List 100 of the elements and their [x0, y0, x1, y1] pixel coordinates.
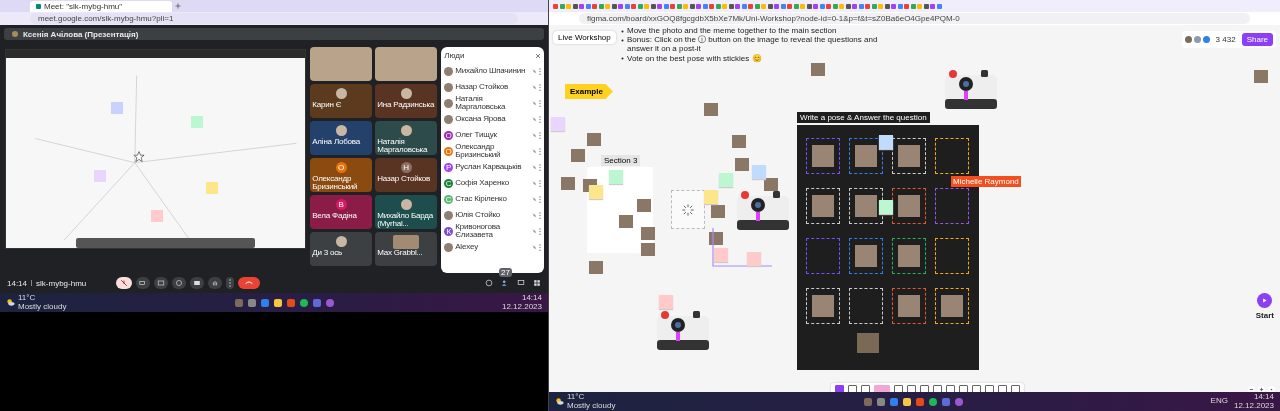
camera-button[interactable]	[136, 277, 151, 289]
cursor-label: Michelle Raymond	[951, 176, 1021, 187]
photo-placeholder	[941, 295, 963, 317]
address-field[interactable]: figma.com/board/xxGOQ8fgcgdbX5bXe7Mk/Uni-Workshop?node-id=0-1&p=f&t=sZ0Ba6eO4Gpe4PQM-0	[579, 13, 1250, 24]
captions-icon	[157, 279, 166, 287]
avatar: С	[444, 194, 454, 204]
photo-placeholder	[637, 199, 651, 212]
mic-off-button[interactable]	[116, 277, 133, 289]
language-indicator[interactable]: ENG	[1210, 397, 1228, 406]
new-tab-icon[interactable]	[175, 3, 181, 9]
end-call-button[interactable]	[238, 277, 261, 289]
participant-row[interactable]: Назар Стойков	[444, 79, 541, 95]
photo-placeholder	[898, 245, 920, 267]
participant-row[interactable]: О Олег Тищук	[444, 127, 541, 143]
photo-placeholder	[898, 145, 920, 167]
muted-mic-icon	[120, 279, 129, 287]
video-tile	[375, 47, 438, 81]
tab-title: Meet: "slk-mybg-hmu"	[44, 1, 123, 11]
photo-placeholder	[704, 103, 718, 116]
clock-date: 12.12.2023	[501, 302, 542, 312]
play-icon	[1261, 297, 1269, 304]
address-field[interactable]: meet.google.com/slk-mybg-hmu?pli=1	[30, 13, 518, 24]
muted-mic-icon	[532, 164, 537, 170]
participant-row[interactable]: С Софія Харенко	[444, 175, 541, 191]
photo-placeholder	[857, 333, 879, 353]
participant-count: 27	[499, 268, 512, 277]
captions-button[interactable]	[154, 277, 169, 289]
photo-placeholder	[898, 295, 920, 317]
photo-placeholder	[571, 149, 585, 162]
close-icon[interactable]	[535, 52, 541, 59]
instruction-text: Vote on the best pose with stickies 😊	[627, 53, 762, 63]
avatar: С	[444, 178, 454, 188]
participant-name: Ина Радзинська	[377, 101, 436, 109]
photo-placeholder	[764, 178, 778, 191]
avatar-photo	[400, 199, 412, 210]
participant-name: Наталія Маргаловська	[377, 138, 429, 154]
zoom-level[interactable]: 3 432	[1215, 35, 1236, 44]
hand-icon	[211, 279, 220, 287]
camera-drawing	[944, 67, 998, 111]
avatar-photo	[335, 236, 347, 247]
photo-placeholder	[561, 177, 575, 190]
meeting-time: 14:14	[7, 278, 28, 288]
participant-name: Вела Фадіна	[312, 212, 358, 220]
photo-placeholder	[732, 135, 746, 148]
participant-row[interactable]: Наталія Маргаловська	[444, 95, 541, 111]
participant-row[interactable]: Оксана Ярова	[444, 111, 541, 127]
participant-row[interactable]: Р Руслан Карвацьків	[444, 159, 541, 175]
photo-placeholder	[589, 261, 603, 274]
photo-placeholder	[619, 215, 633, 228]
emoji-icon	[175, 279, 184, 287]
raise-hand-button[interactable]	[208, 277, 223, 289]
participant-row[interactable]: Alexey	[444, 239, 541, 255]
participant-row[interactable]: Юлія Стойко	[444, 207, 541, 223]
emoji-button[interactable]	[172, 277, 187, 289]
photo-placeholder	[812, 295, 834, 317]
photo-placeholder	[735, 158, 749, 171]
clock-time: 14:14	[1253, 392, 1274, 402]
chat-icon[interactable]	[517, 279, 525, 287]
panel-title: Люди	[444, 51, 465, 60]
avatar: О	[444, 130, 454, 140]
frame-title: Write a pose & Answer the question	[797, 112, 930, 123]
start-label: Start	[1255, 311, 1274, 320]
instruction-text: Move the photo and the meme together to the main section	[627, 26, 837, 35]
avatar: К	[444, 226, 454, 236]
participant-row[interactable]: Михайло Шпачинин	[444, 63, 541, 79]
muted-mic-icon	[532, 100, 537, 106]
bullet-icon	[621, 57, 624, 61]
example-tag: Example	[565, 84, 613, 99]
bullet-icon	[621, 38, 624, 42]
muted-mic-icon	[532, 116, 537, 122]
photo-placeholder	[855, 145, 877, 167]
people-icon[interactable]	[501, 279, 509, 287]
start-button[interactable]	[1257, 293, 1273, 308]
info-icon[interactable]	[485, 279, 493, 287]
more-button[interactable]	[226, 277, 235, 289]
browser-tab[interactable]: Meet: "slk-mybg-hmu"	[30, 0, 172, 12]
section-label: Section 3	[601, 155, 641, 166]
cloud-icon	[6, 298, 15, 307]
muted-mic-icon	[532, 212, 537, 218]
avatar	[444, 242, 454, 252]
muted-mic-icon	[532, 196, 537, 202]
burst-icon	[681, 202, 695, 217]
participant-row[interactable]: С Стас Кіріленко	[444, 191, 541, 207]
avatar: Н	[400, 162, 412, 173]
photo-placeholder	[812, 145, 834, 167]
share-button[interactable]: Share	[1241, 33, 1273, 46]
file-menu[interactable]: Live Workshop	[553, 31, 616, 44]
weather-text: Mostly cloudy	[18, 302, 67, 312]
avatar-photo	[400, 125, 412, 136]
photo-placeholder	[811, 63, 825, 76]
activities-icon[interactable]	[533, 279, 541, 287]
muted-mic-icon	[532, 228, 537, 234]
present-button[interactable]	[190, 277, 205, 289]
avatar-photo	[400, 88, 412, 99]
cloud-icon	[555, 397, 564, 406]
avatar: О	[444, 146, 454, 156]
photo-placeholder	[898, 195, 920, 217]
participant-name: Ди 3 ось	[312, 249, 344, 257]
muted-mic-icon	[532, 148, 537, 154]
clock-date: 12.12.2023	[1233, 401, 1274, 411]
